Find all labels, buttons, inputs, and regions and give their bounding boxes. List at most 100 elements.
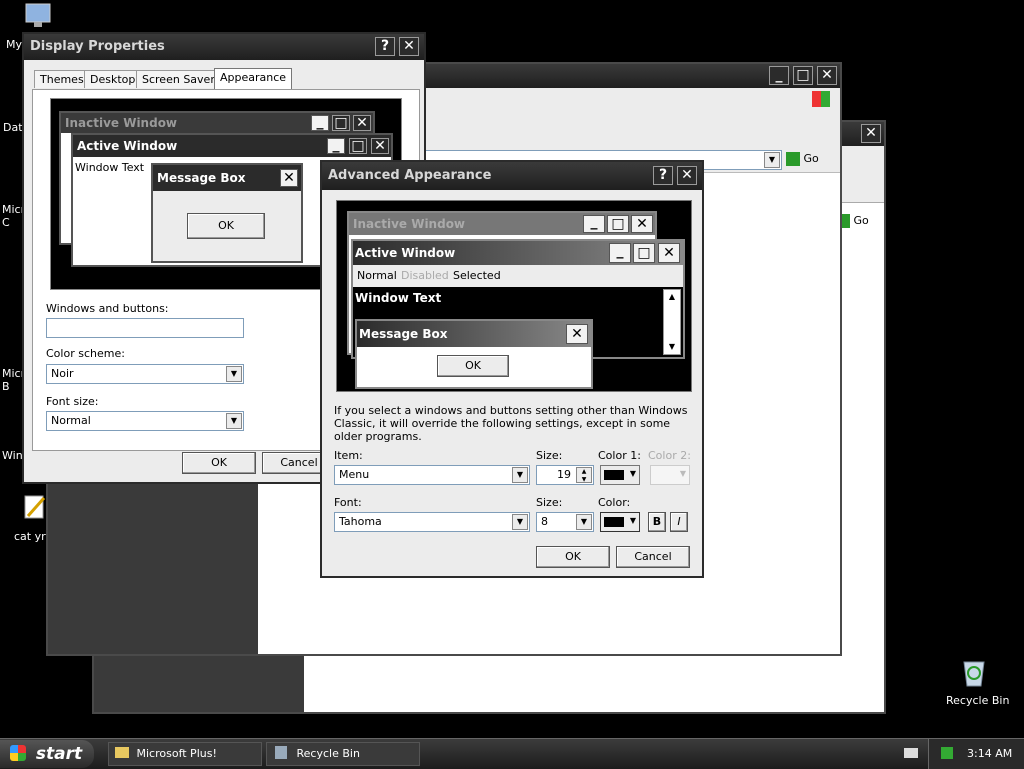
italic-button[interactable]: I <box>670 512 688 532</box>
windows-logo-icon <box>812 91 830 107</box>
taskbar-item[interactable]: Recycle Bin <box>266 742 420 766</box>
close-button: ✕ <box>631 215 653 233</box>
preview-window-text: Window Text <box>355 291 442 305</box>
window-title: Display Properties <box>30 39 165 54</box>
start-label: start <box>35 744 83 764</box>
desktop-icon-label[interactable]: My <box>6 38 22 51</box>
size-label: Size: <box>536 449 563 462</box>
chevron-down-icon[interactable]: ▼ <box>226 366 242 382</box>
close-button: ✕ <box>280 169 298 187</box>
item-label: Item: <box>334 449 363 462</box>
minimize-button: _ <box>609 243 631 263</box>
recycle-bin-icon[interactable] <box>958 656 990 688</box>
spinner-arrows-icon[interactable]: ▲ ▼ <box>576 467 592 483</box>
preview-msgbox-titlebar: Message Box <box>153 165 301 191</box>
minimize-button[interactable]: _ <box>769 66 789 85</box>
chevron-down-icon[interactable]: ▼ <box>576 514 592 530</box>
chevron-down-icon: ▼ <box>629 469 636 478</box>
close-button[interactable]: ✕ <box>861 124 881 143</box>
desktop-icon-label[interactable]: Dat <box>3 121 23 134</box>
bold-button[interactable]: B <box>648 512 666 532</box>
tab-screen-saver[interactable]: Screen Saver <box>136 70 221 88</box>
font-select[interactable]: Tahoma ▼ <box>334 512 530 532</box>
windows-logo-icon <box>10 745 26 761</box>
tab-desktop[interactable]: Desktop <box>84 70 142 88</box>
maximize-button: □ <box>349 138 367 154</box>
text-file-icon[interactable] <box>22 494 48 522</box>
tab-strip: Themes Desktop Screen Saver Appearance <box>32 68 418 90</box>
close-button[interactable]: ✕ <box>817 66 837 85</box>
minimize-button: _ <box>327 138 345 154</box>
preview-window-text: Window Text <box>75 161 145 174</box>
taskbar-item-label: Recycle Bin <box>296 747 360 760</box>
font-size-select[interactable]: 8 ▼ <box>536 512 594 532</box>
maximize-button: □ <box>332 115 350 131</box>
item-select[interactable]: Menu ▼ <box>334 465 530 485</box>
scroll-down-icon: ▼ <box>668 342 676 351</box>
close-button[interactable]: ✕ <box>399 37 419 56</box>
maximize-button: □ <box>633 243 655 263</box>
font-color-picker[interactable]: ▼ <box>600 512 640 532</box>
color2-label: Color 2: <box>648 449 691 462</box>
size-spinner[interactable]: 19 ▲ ▼ <box>536 465 594 485</box>
clock[interactable]: 3:14 AM <box>967 747 1012 760</box>
tab-themes[interactable]: Themes <box>34 70 90 88</box>
item-value: Menu <box>339 468 370 481</box>
close-button: ✕ <box>566 324 588 344</box>
color1-picker[interactable]: ▼ <box>600 465 640 485</box>
help-button[interactable]: ? <box>653 166 673 185</box>
windows-buttons-label: Windows and buttons: <box>46 302 169 315</box>
system-tray: 3:14 AM <box>928 739 1024 769</box>
advanced-appearance-dialog[interactable]: Advanced Appearance ? ✕ Inactive Window … <box>320 160 704 578</box>
close-button: ✕ <box>371 138 389 154</box>
maximize-button[interactable]: □ <box>793 66 813 85</box>
font-size-select[interactable]: Normal ▼ <box>46 411 244 431</box>
preview-message-box: Message Box ✕ OK <box>151 163 303 263</box>
ok-button[interactable]: OK <box>536 546 610 568</box>
advanced-preview: Inactive Window _ □ ✕ Active Window _ □ … <box>336 200 692 392</box>
preview-ok-button: OK <box>437 355 509 377</box>
cancel-button[interactable]: Cancel <box>616 546 690 568</box>
keyboard-icon[interactable] <box>904 748 918 758</box>
minimize-button: _ <box>583 215 605 233</box>
my-computer-icon[interactable] <box>22 2 54 30</box>
close-button[interactable]: ✕ <box>677 166 697 185</box>
tab-appearance[interactable]: Appearance <box>214 68 293 89</box>
ok-button[interactable]: OK <box>182 452 256 474</box>
go-button[interactable]: Go <box>836 214 876 232</box>
menu-selected: Selected <box>453 269 501 282</box>
start-button[interactable]: start <box>0 740 94 768</box>
chevron-down-icon[interactable]: ▼ <box>512 467 528 483</box>
info-text: If you select a windows and buttons sett… <box>334 404 688 443</box>
font-size-value: 8 <box>541 515 548 528</box>
maximize-button: □ <box>607 215 629 233</box>
desktop-icon-label[interactable]: Micro B <box>2 367 32 393</box>
desktop-icon-label[interactable]: cat yrf <box>14 530 50 543</box>
chevron-down-icon[interactable]: ▼ <box>512 514 528 530</box>
desktop-icon-label[interactable]: Micro C <box>2 203 32 229</box>
close-button: ✕ <box>658 243 680 263</box>
network-icon[interactable] <box>941 747 953 759</box>
titlebar[interactable]: Display Properties <box>24 34 424 60</box>
titlebar[interactable]: Advanced Appearance <box>322 162 702 190</box>
recycle-bin-icon <box>275 746 287 759</box>
desktop-icon-label[interactable]: Recycle Bin <box>946 694 1009 707</box>
color-scheme-label: Color scheme: <box>46 347 125 360</box>
font-label: Font: <box>334 496 362 509</box>
chevron-down-icon: ▼ <box>679 469 686 478</box>
chevron-down-icon[interactable]: ▼ <box>226 413 242 429</box>
help-button[interactable]: ? <box>375 37 395 56</box>
taskbar-item[interactable]: Microsoft Plus! <box>108 742 262 766</box>
folder-icon <box>115 747 129 758</box>
go-button[interactable]: Go <box>786 152 826 170</box>
preview-ok-button: OK <box>187 213 265 239</box>
scroll-up-icon: ▲ <box>668 292 676 301</box>
chevron-down-icon: ▼ <box>629 516 636 525</box>
chevron-down-icon[interactable]: ▼ <box>764 152 780 168</box>
window-title: Advanced Appearance <box>328 168 492 183</box>
taskbar-item-label: Microsoft Plus! <box>136 747 217 760</box>
font-size-label: Font size: <box>46 395 99 408</box>
color-scheme-select[interactable]: Noir ▼ <box>46 364 244 384</box>
menu-normal: Normal <box>357 269 397 282</box>
windows-buttons-select[interactable] <box>46 318 244 338</box>
